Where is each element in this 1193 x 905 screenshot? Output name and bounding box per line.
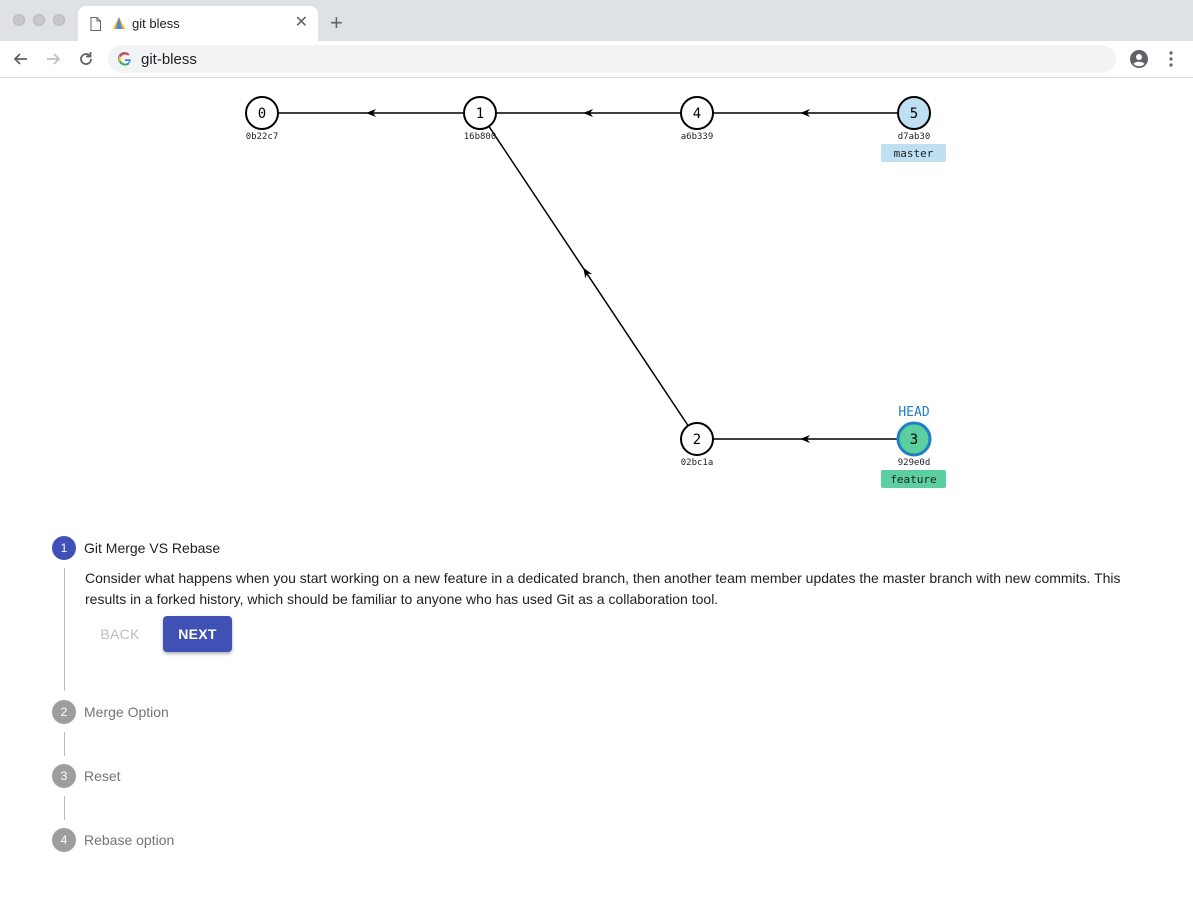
step-1-number[interactable]: 1	[52, 536, 76, 560]
step-2-number[interactable]: 2	[52, 700, 76, 724]
more-menu-icon[interactable]	[1163, 49, 1179, 74]
commit-sha: a6b339	[681, 132, 714, 142]
commit-node-1[interactable]: 1 16b800	[463, 96, 497, 142]
branch-name: feature	[890, 473, 936, 486]
tab-close-icon[interactable]: ✕	[295, 14, 308, 32]
address-text: git-bless	[141, 51, 197, 68]
browser-tab[interactable]: git bless ✕	[78, 6, 318, 41]
account-icon[interactable]	[1129, 49, 1149, 74]
branch-name: master	[894, 147, 934, 160]
arrow-2-to-1	[583, 267, 594, 284]
step-3-label[interactable]: Reset	[84, 768, 121, 784]
branch-tag-feature[interactable]: feature	[881, 470, 946, 488]
forward-arrow-icon[interactable]	[43, 49, 63, 69]
maximize-window-button[interactable]	[53, 14, 65, 26]
commit-node-5[interactable]: 5 d7ab30	[897, 96, 931, 142]
back-button[interactable]: BACK	[88, 617, 152, 651]
head-label: HEAD	[898, 405, 929, 420]
branch-tag-master[interactable]: master	[881, 144, 946, 162]
commit-sha: 16b800	[464, 132, 497, 142]
commit-edges	[262, 109, 914, 443]
reload-icon[interactable]	[76, 49, 96, 69]
step-4-label[interactable]: Rebase option	[84, 832, 174, 848]
back-arrow-icon[interactable]	[11, 49, 31, 69]
commit-number: 1	[476, 106, 484, 122]
step-1-label[interactable]: Git Merge VS Rebase	[84, 540, 220, 556]
step-connector	[64, 732, 65, 756]
close-window-button[interactable]	[13, 14, 25, 26]
tab-strip: git bless ✕ +	[0, 0, 1193, 41]
commit-sha: 929e0d	[898, 458, 931, 468]
commit-number: 2	[693, 432, 701, 448]
step-connector	[64, 568, 65, 691]
step-3-number[interactable]: 3	[52, 764, 76, 788]
step-4-number[interactable]: 4	[52, 828, 76, 852]
commit-number: 4	[693, 106, 701, 122]
commit-number: 5	[910, 106, 918, 122]
commit-number: 0	[258, 106, 266, 122]
google-icon	[117, 51, 132, 71]
favicon-icon	[112, 16, 126, 35]
commit-sha: 0b22c7	[246, 132, 279, 142]
commit-sha: 02bc1a	[681, 458, 714, 468]
browser-toolbar: git-bless	[0, 41, 1193, 78]
commit-node-2[interactable]: 2 02bc1a	[680, 422, 714, 468]
commit-sha: d7ab30	[898, 132, 931, 142]
tab-title: git bless	[132, 16, 180, 31]
minimize-window-button[interactable]	[33, 14, 45, 26]
commit-node-4[interactable]: 4 a6b339	[680, 96, 714, 142]
new-tab-icon[interactable]: +	[330, 12, 343, 34]
step-description: Consider what happens when you start wor…	[85, 570, 1121, 607]
step-2-label[interactable]: Merge Option	[84, 704, 169, 720]
commit-graph: 0 0b22c7 1 16b800 4 a6b339 5 d7ab30 mast…	[245, 96, 946, 488]
document-icon	[90, 17, 101, 36]
commit-node-3[interactable]: 3 929e0d	[896, 421, 932, 468]
commit-node-0[interactable]: 0 0b22c7	[245, 96, 279, 142]
next-button[interactable]: NEXT	[163, 616, 232, 652]
step-connector	[64, 796, 65, 820]
address-bar[interactable]: git-bless	[108, 45, 1116, 73]
commit-number: 3	[910, 432, 918, 448]
